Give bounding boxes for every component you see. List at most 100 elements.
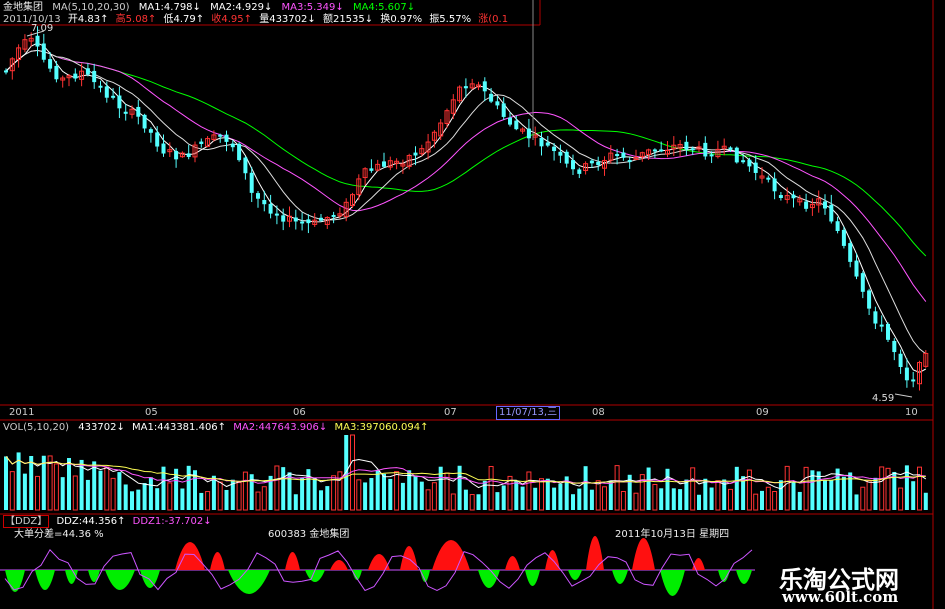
volume-bar [306,469,311,510]
candle-body [92,70,97,83]
volume-bar [848,472,853,510]
candle-body [243,157,248,174]
candle-body [778,195,783,198]
volume-bar [715,480,721,511]
volume-bar [533,487,538,510]
candle-body [98,85,103,88]
volume-bar [463,489,468,510]
candle-body [111,95,116,98]
volume-bar [287,472,292,510]
volume-bar [784,465,790,511]
volume-bar [369,478,374,510]
volume-bar [205,491,211,511]
watermark-url: www.60lt.com [782,588,899,606]
volume-bar [860,486,866,511]
ddz-positive-lobe [586,536,604,570]
volume-bar [98,470,103,510]
candle-body [237,143,242,161]
candle-body [48,59,53,69]
volume-bar [583,466,588,510]
candle-body [772,178,777,192]
candle-body [684,141,689,150]
candle-body [501,103,506,117]
ddz-positive-lobe [400,546,418,570]
change-value: 涨(0.1 [478,14,509,25]
volume-bar [180,488,185,510]
volume-bar [142,483,147,510]
candle-body [558,151,563,156]
candle-body [123,111,128,114]
ddz-positive-lobe [692,558,705,570]
volume-bar [501,485,506,510]
ma1-value: MA1:4.798↓ [138,2,201,13]
candle-body [841,229,846,246]
candle-body [155,132,160,147]
axis-label-08: 08 [592,407,605,418]
ddz-negative-lobe [478,570,500,588]
volume-bar [47,455,53,511]
ddz-negative-lobe [736,570,752,584]
volume-ma2-polyline [5,456,926,486]
candle-body [539,137,544,147]
volume-bar [331,475,337,511]
ddz-negative-lobe [105,570,135,590]
volume-bar [476,494,481,510]
volume-bar [53,463,59,511]
turnover-value: 换0.97% [380,14,423,25]
axis-label-10: 10 [905,407,918,418]
volume-bar [67,458,71,510]
candle-body [199,141,204,145]
volume-bar [382,473,386,510]
candle-body [482,81,487,92]
volume-bar [400,482,405,510]
volume-bar [753,493,759,511]
candle-body [148,129,153,133]
ddz-header: 【DDZ】 DDZ:44.356↑ DDZ1:-37.702↓ [3,515,212,528]
volume-bar [255,491,261,511]
ma4-value: MA4:5.607↓ [352,2,416,13]
volume-bar [854,494,859,510]
candle-body [823,201,827,209]
candle-body [508,117,512,125]
volume-bar [760,490,764,510]
volume-bar [620,490,626,511]
volume-ma-lines [5,456,927,490]
ddz-positive-lobe [210,552,225,570]
ddz-positive-lobe [432,540,470,570]
close-value: 收4.95↑ [211,14,253,25]
low-marker-line [894,393,913,398]
volume-bar [633,492,639,511]
volume-bar [545,478,550,510]
candle-body [306,219,311,224]
ddz-value: DDZ:44.356↑ [56,516,126,527]
volume-bar [728,488,733,511]
volume-bar [646,467,651,510]
candle-body [753,162,758,173]
candle-body [652,149,657,152]
volume-bar [293,494,298,510]
volume-bar [224,489,229,510]
candle-body [300,221,305,224]
volume-bar [803,466,809,511]
ddz-indicator-tag[interactable]: 【DDZ】 [3,515,50,528]
candle-body [766,177,771,180]
volume-bar [104,466,110,511]
volume-bar [300,477,305,510]
volume-ma3: MA3:397060.094↑ [334,422,429,433]
candle-body [709,154,714,157]
candle-body [860,273,865,292]
candle-body [230,143,235,148]
volume-bar [9,471,15,511]
volume-current: 433702↓ [78,422,125,433]
volume-bar [60,477,65,510]
ma2-value: MA2:4.929↓ [210,2,273,13]
volume-bar [123,484,128,510]
volume-bar [488,465,494,511]
volume-bar [242,471,248,511]
candle-body [104,86,109,98]
candle-body [747,159,752,167]
candle-body [331,214,336,217]
volume-bar [394,471,400,511]
volume-bar [898,487,904,511]
volume-bar [765,486,771,511]
